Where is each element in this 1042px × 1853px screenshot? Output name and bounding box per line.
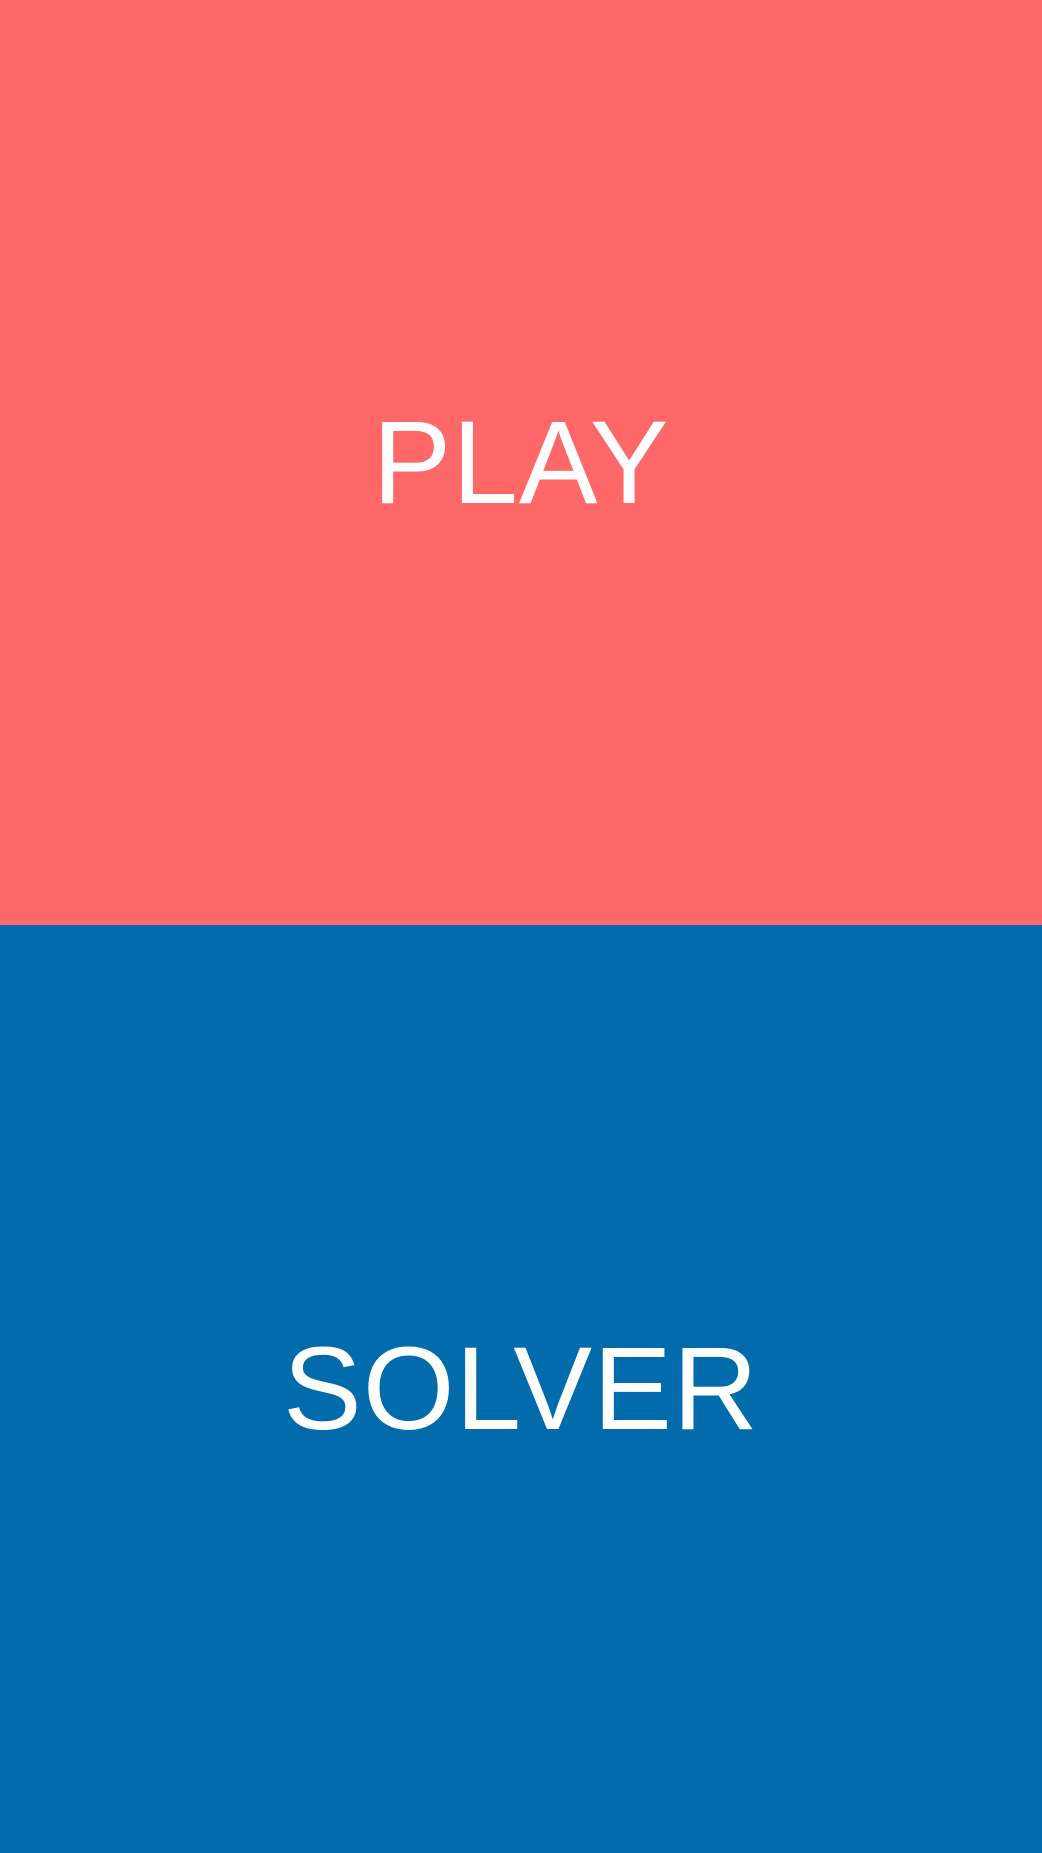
main-menu: PLAY SOLVER [0,0,1042,1853]
solver-button-label: SOLVER [283,1323,759,1455]
play-button[interactable]: PLAY [0,0,1042,925]
solver-button[interactable]: SOLVER [0,925,1042,1853]
play-button-label: PLAY [372,396,670,529]
